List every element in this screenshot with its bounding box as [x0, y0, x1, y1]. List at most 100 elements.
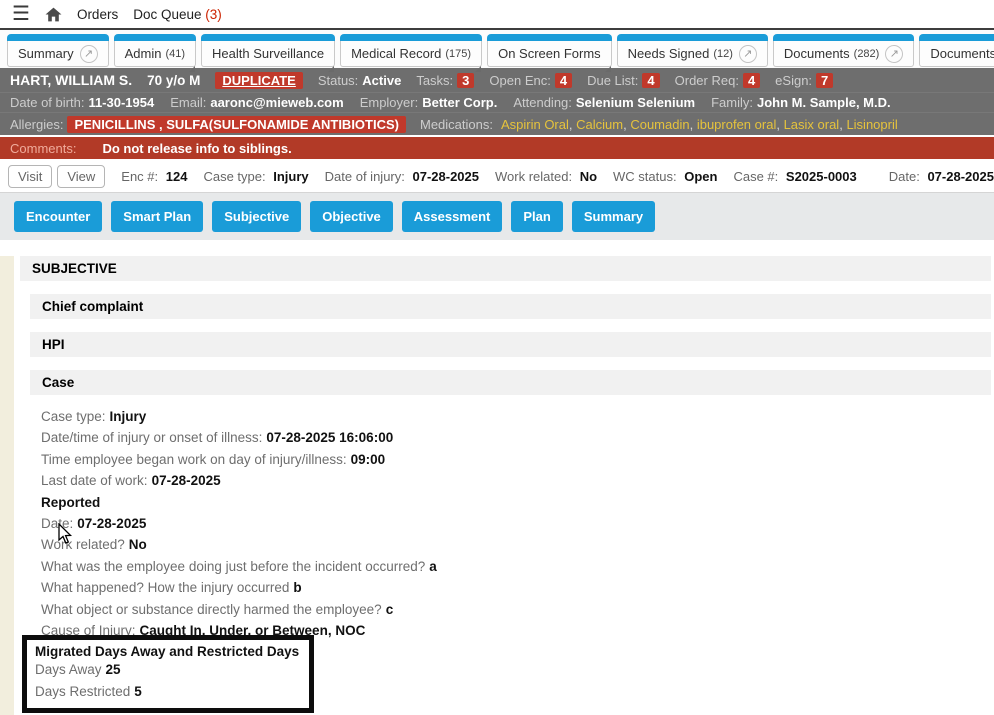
date-of-injury-label: Date of injury: [325, 169, 405, 184]
visit-button[interactable]: Visit [8, 165, 52, 188]
nav-button-subjective[interactable]: Subjective [212, 201, 301, 232]
nav-button-plan[interactable]: Plan [511, 201, 562, 232]
chart-tab-bar: Summary ↗ Admin (41) Health Surveillance… [0, 30, 994, 68]
popout-icon[interactable]: ↗ [885, 45, 903, 63]
days-restricted-value: 5 [134, 684, 142, 699]
family-label: Family: [711, 95, 753, 110]
case-number-value: S2025-0003 [786, 169, 857, 184]
open-enc-stat: Open Enc: 4 [489, 73, 572, 88]
comments-bar: Comments: Do not release info to sibling… [0, 137, 994, 159]
case-type-label: Case type: [203, 169, 265, 184]
attending-value: Selenium Selenium [576, 95, 695, 110]
date-of-injury-field: Date of injury: 07-28-2025 [325, 169, 479, 184]
medication-link[interactable]: ibuprofen oral [697, 117, 784, 132]
tab-accent-bar [114, 34, 196, 41]
tab-summary[interactable]: Summary ↗ [7, 34, 109, 67]
tasks-label: Tasks: [416, 73, 453, 88]
medication-link[interactable]: Lasix oral [784, 117, 847, 132]
field-label: Work related? [41, 537, 125, 552]
wc-status-value: Open [684, 169, 717, 184]
medication-link[interactable]: Coumadin [630, 117, 697, 132]
case-type-value: Injury [273, 169, 308, 184]
field-label: Case type: [41, 409, 106, 424]
nav-button-assessment[interactable]: Assessment [402, 201, 503, 232]
enc-number-field: Enc #: 124 [121, 169, 187, 184]
allergies-alert[interactable]: PENICILLINS , SULFA(SULFONAMIDE ANTIBIOT… [67, 116, 406, 133]
field-label: Last date of work: [41, 473, 148, 488]
hamburger-menu-icon[interactable]: ☰ [12, 4, 30, 24]
email-value[interactable]: aaronc@mieweb.com [210, 95, 343, 110]
case-detail-line: What happened? How the injury occurredb [41, 577, 994, 598]
tab-label: Summary [18, 46, 74, 61]
medication-link[interactable]: Lisinopril [846, 117, 897, 132]
case-detail-line: Reported [41, 492, 994, 513]
duplicate-flag[interactable]: DUPLICATE [215, 72, 302, 89]
dropdown-fold-icon [475, 66, 481, 72]
soap-nav-bar: Encounter Smart Plan Subjective Objectiv… [0, 193, 994, 240]
patient-header: HART, WILLIAM S. 70 y/o M DUPLICATE Stat… [0, 68, 994, 135]
tab-medical-record[interactable]: Medical Record (175) [340, 34, 482, 67]
case-detail-line: What object or substance directly harmed… [41, 599, 994, 620]
days-away-value: 25 [106, 662, 121, 677]
employer-value: Better Corp. [422, 95, 497, 110]
tab-documents[interactable]: Documents (282) ↗ [773, 34, 914, 67]
case-detail-line: Date:07-28-2025 [41, 513, 994, 534]
case-detail-line: Date/time of injury or onset of illness:… [41, 427, 994, 448]
field-label: Date/time of injury or onset of illness: [41, 430, 262, 445]
patient-age-sex: 70 y/o M [147, 73, 200, 88]
topbar-orders-link[interactable]: Orders [77, 7, 118, 22]
patient-header-row-3: Allergies: PENICILLINS , SULFA(SULFONAMI… [0, 113, 994, 135]
encounter-date-field: Date: 07-28-2025 [889, 169, 994, 184]
section-subjective[interactable]: SUBJECTIVE [20, 256, 991, 281]
employer-field: Employer: Better Corp. [360, 95, 498, 110]
status-label: Status: [318, 73, 358, 88]
view-button[interactable]: View [57, 165, 105, 188]
open-enc-badge[interactable]: 4 [555, 73, 572, 88]
open-enc-label: Open Enc: [489, 73, 550, 88]
tab-accent-bar [919, 34, 994, 41]
home-icon[interactable] [45, 7, 62, 22]
tasks-badge[interactable]: 3 [457, 73, 474, 88]
section-case[interactable]: Case [30, 370, 991, 395]
due-list-stat: Due List: 4 [587, 73, 660, 88]
case-detail-line: Last date of work:07-28-2025 [41, 470, 994, 491]
document-margin [0, 256, 14, 715]
popout-icon[interactable]: ↗ [739, 45, 757, 63]
tab-on-screen-forms[interactable]: On Screen Forms [487, 34, 612, 67]
tab-admin[interactable]: Admin (41) [114, 34, 196, 67]
tab-count: (175) [445, 48, 471, 60]
nav-button-summary[interactable]: Summary [572, 201, 655, 232]
due-list-label: Due List: [587, 73, 638, 88]
topbar-doc-queue-link[interactable]: Doc Queue (3) [133, 7, 222, 22]
patient-status: Status: Active [318, 73, 402, 88]
medication-link[interactable]: Aspirin Oral [501, 117, 576, 132]
dob-label: Date of birth: [10, 95, 84, 110]
work-related-label: Work related: [495, 169, 572, 184]
field-value: a [429, 559, 437, 574]
case-detail-line: Case type:Injury [41, 406, 994, 427]
section-chief-complaint[interactable]: Chief complaint [30, 294, 991, 319]
status-value: Active [362, 73, 401, 88]
order-req-badge[interactable]: 4 [743, 73, 760, 88]
tab-label: Documents [784, 46, 850, 61]
case-details: Case type:Injury Date/time of injury or … [41, 406, 994, 641]
tab-accent-bar [617, 34, 768, 41]
nav-button-smart-plan[interactable]: Smart Plan [111, 201, 203, 232]
email-label: Email: [170, 95, 206, 110]
medication-link[interactable]: Calcium [576, 117, 630, 132]
popout-icon[interactable]: ↗ [80, 45, 98, 63]
attending-label: Attending: [513, 95, 572, 110]
dob-field: Date of birth: 11-30-1954 [10, 95, 154, 110]
esign-badge[interactable]: 7 [816, 73, 833, 88]
nav-button-encounter[interactable]: Encounter [14, 201, 102, 232]
family-value: John M. Sample, M.D. [757, 95, 891, 110]
medications-list: Aspirin OralCalciumCoumadinibuprofen ora… [501, 117, 898, 132]
wc-status-label: WC status: [613, 169, 677, 184]
tab-needs-signed[interactable]: Needs Signed (12) ↗ [617, 34, 768, 67]
migrated-days-title: Migrated Days Away and Restricted Days [35, 643, 301, 660]
due-list-badge[interactable]: 4 [642, 73, 659, 88]
section-hpi[interactable]: HPI [30, 332, 991, 357]
tab-documents-dv[interactable]: Documents-DV ↗ [919, 34, 994, 67]
nav-button-objective[interactable]: Objective [310, 201, 393, 232]
tab-health-surveillance[interactable]: Health Surveillance [201, 34, 335, 67]
